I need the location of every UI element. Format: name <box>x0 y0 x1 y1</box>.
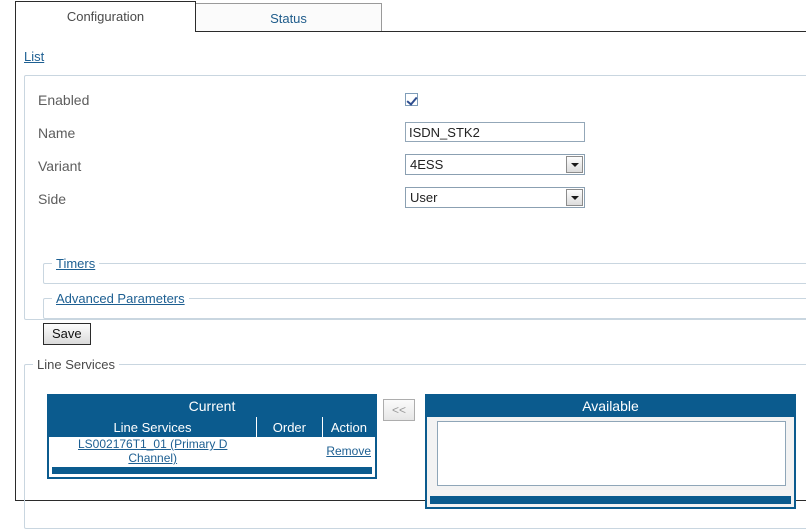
side-select-value: User <box>410 190 437 205</box>
advanced-parameters-link[interactable]: Advanced Parameters <box>56 291 185 306</box>
chevron-down-icon[interactable] <box>566 189 583 206</box>
content-panel: List Enabled Name Variant 4ESS <box>15 31 806 501</box>
tab-bar-filler <box>382 3 806 32</box>
line-services-legend: Line Services <box>33 357 119 372</box>
enabled-checkbox[interactable] <box>405 93 418 106</box>
current-panel: Current Line Services Order Action LS002… <box>47 394 377 479</box>
name-label: Name <box>38 125 75 141</box>
form-row-enabled: Enabled <box>25 88 806 121</box>
side-select-wrap: User <box>405 187 585 208</box>
side-select[interactable]: User <box>405 187 585 208</box>
tab-status[interactable]: Status <box>196 3 382 32</box>
current-panel-footer <box>52 467 372 474</box>
form-row-variant: Variant 4ESS <box>25 154 806 187</box>
column-header-order: Order <box>256 417 322 437</box>
timers-legend: Timers <box>52 256 99 271</box>
line-services-fieldset: Line Services Current Line Services Orde… <box>24 357 806 529</box>
enabled-label: Enabled <box>38 92 89 108</box>
line-service-link[interactable]: LS002176T1_01 (Primary D Channel) <box>78 437 227 465</box>
variant-label: Variant <box>38 158 81 174</box>
variant-select[interactable]: 4ESS <box>405 154 585 175</box>
column-header-action: Action <box>322 417 375 437</box>
cell-action: Remove <box>322 437 375 465</box>
variant-select-value: 4ESS <box>410 157 443 172</box>
name-input-wrap <box>405 122 585 142</box>
form-row-name: Name <box>25 121 806 154</box>
tab-bar: Configuration Status <box>0 0 806 32</box>
list-link[interactable]: List <box>24 49 44 64</box>
table-row: LS002176T1_01 (Primary D Channel) Remove <box>49 437 375 465</box>
timers-fieldset: Timers <box>43 256 806 284</box>
tab-configuration-label: Configuration <box>67 9 144 24</box>
side-label: Side <box>38 191 66 207</box>
cell-line-service: LS002176T1_01 (Primary D Channel) <box>49 437 256 465</box>
available-list[interactable] <box>437 421 786 486</box>
chevron-down-icon[interactable] <box>566 156 583 173</box>
form-row-side: Side User <box>25 187 806 220</box>
current-table: Line Services Order Action LS002176T1_01… <box>49 417 375 465</box>
remove-link[interactable]: Remove <box>326 444 371 458</box>
save-button[interactable]: Save <box>43 323 91 345</box>
enabled-checkbox-wrap <box>405 93 418 109</box>
column-header-line-services: Line Services <box>49 417 256 437</box>
variant-select-wrap: 4ESS <box>405 154 585 175</box>
advanced-parameters-legend: Advanced Parameters <box>52 291 189 306</box>
cell-order <box>256 437 322 465</box>
tab-status-label: Status <box>270 11 307 26</box>
transfer-left-button[interactable]: << <box>383 399 415 421</box>
available-panel-footer <box>430 496 791 504</box>
current-table-header-row: Line Services Order Action <box>49 417 375 437</box>
tab-configuration[interactable]: Configuration <box>15 1 196 32</box>
current-panel-title: Current <box>49 396 375 417</box>
name-input[interactable] <box>405 122 585 142</box>
available-panel: Available <box>425 394 796 509</box>
available-panel-title: Available <box>427 396 794 417</box>
advanced-parameters-fieldset: Advanced Parameters <box>43 291 806 319</box>
timers-link[interactable]: Timers <box>56 256 95 271</box>
configuration-fieldset: Enabled Name Variant 4ESS Side <box>24 75 806 320</box>
